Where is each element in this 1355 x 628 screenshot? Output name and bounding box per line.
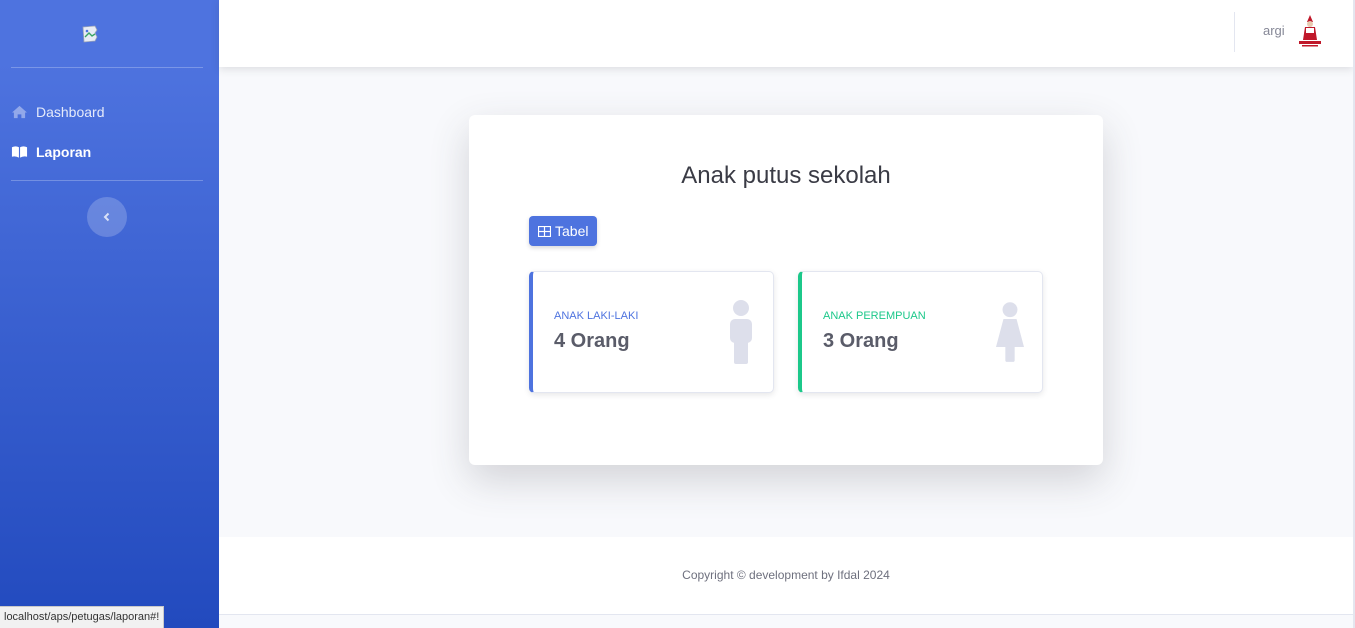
- footer: Copyright © development by Ifdal 2024: [219, 537, 1353, 614]
- male-icon: [730, 300, 752, 364]
- home-icon: [12, 105, 27, 119]
- page-title: Anak putus sekolah: [681, 162, 891, 189]
- report-card: Anak putus sekolah Tabel ANAK LAKI-LAKI …: [469, 115, 1103, 465]
- sidebar-item-dashboard[interactable]: Dashboard: [11, 102, 105, 122]
- status-bar-url: localhost/aps/petugas/laporan#!: [0, 606, 165, 628]
- broken-image-icon: [82, 25, 97, 42]
- username[interactable]: argi: [1263, 23, 1285, 38]
- female-count-card: ANAK PEREMPUAN 3 Orang: [798, 271, 1043, 393]
- card-label: ANAK LAKI-LAKI: [554, 310, 639, 322]
- card-value: 3 Orang: [823, 330, 899, 352]
- copyright-text: Copyright © development by Ifdal 2024: [682, 568, 890, 582]
- sidebar-item-laporan[interactable]: Laporan: [11, 142, 91, 162]
- table-icon: [538, 225, 551, 237]
- female-icon: [996, 302, 1024, 362]
- sidebar-brand[interactable]: [0, 0, 219, 67]
- page-bottom-edge: [219, 614, 1355, 628]
- sidebar-item-label: Dashboard: [36, 104, 105, 120]
- tabel-button[interactable]: Tabel: [529, 216, 598, 246]
- chevron-left-icon: [103, 212, 110, 222]
- male-count-card: ANAK LAKI-LAKI 4 Orang: [529, 271, 774, 393]
- sidebar-item-label: Laporan: [36, 144, 92, 160]
- sidebar-divider: [11, 67, 203, 68]
- sidebar: Dashboard Laporan: [0, 0, 219, 628]
- user-avatar-icon[interactable]: [1295, 14, 1325, 48]
- tabel-button-label: Tabel: [555, 223, 589, 239]
- sidebar-divider: [11, 180, 203, 181]
- card-label: ANAK PEREMPUAN: [823, 310, 926, 322]
- book-open-icon: [11, 146, 28, 158]
- topbar-divider: [1234, 12, 1235, 52]
- card-value: 4 Orang: [554, 330, 630, 352]
- sidebar-toggle-button[interactable]: [87, 197, 127, 237]
- topbar: argi: [219, 0, 1353, 67]
